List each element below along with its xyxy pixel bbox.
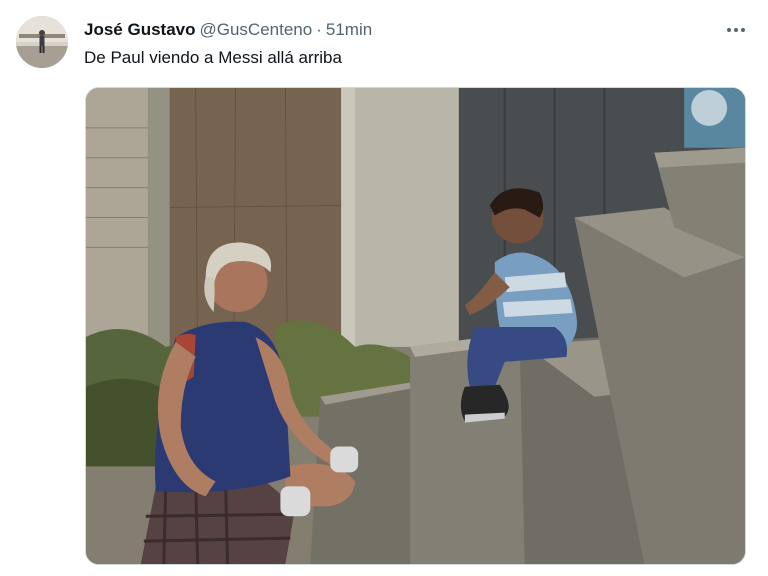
author-name[interactable]: José Gustavo <box>84 20 196 39</box>
more-options-button[interactable] <box>722 18 750 42</box>
tweet-card[interactable]: José Gustavo @GusCenteno · 51min De Paul vi… <box>0 0 768 576</box>
tweet-text: De Paul viendo a Messi allá arriba <box>84 48 342 67</box>
photo-image <box>86 88 745 564</box>
avatar-image <box>16 16 68 68</box>
tweet-header: José Gustavo @GusCenteno · 51min <box>84 19 372 41</box>
avatar[interactable] <box>16 16 68 68</box>
timestamp[interactable]: 51min <box>326 20 372 39</box>
author-handle[interactable]: @GusCenteno <box>200 20 313 39</box>
separator-dot: · <box>316 20 322 39</box>
more-horizontal-icon <box>726 27 746 33</box>
tweet-media-photo[interactable] <box>85 87 746 565</box>
